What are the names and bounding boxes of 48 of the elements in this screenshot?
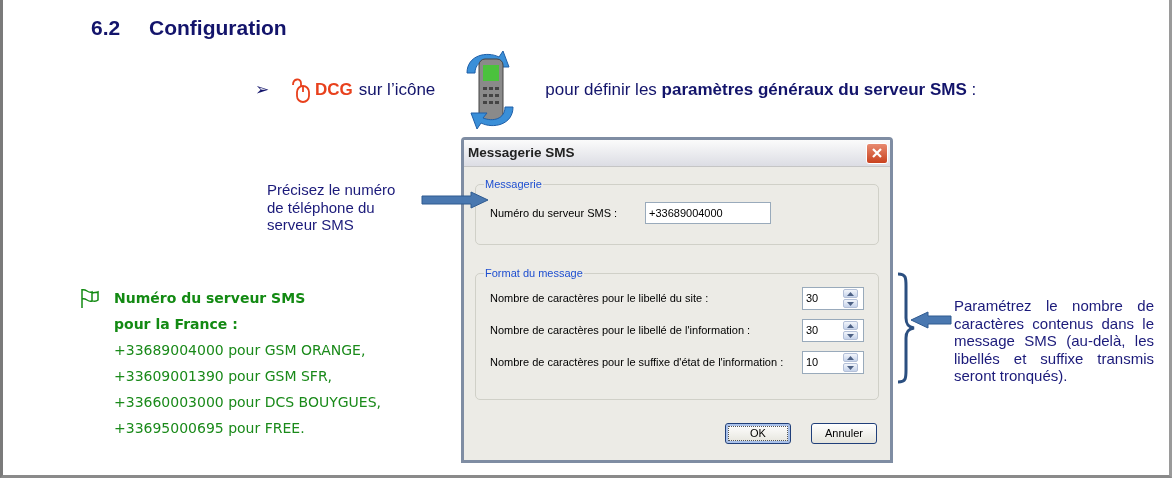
arrow-icon [910, 311, 952, 329]
number-field[interactable]: 30 [803, 290, 843, 307]
section-title: Configuration [149, 15, 287, 41]
spin-up-button[interactable] [843, 289, 858, 298]
spin-field[interactable]: 30 [802, 319, 864, 342]
input-field[interactable]: +33689004000 [645, 202, 771, 224]
group-title: Format du message [484, 266, 584, 280]
field-label: Numéro du serveur SMS : [490, 205, 619, 221]
down-arrow-icon [847, 301, 854, 306]
down-arrow-icon [847, 333, 854, 338]
ok-button[interactable]: OK [725, 423, 791, 444]
up-arrow-icon [847, 291, 854, 296]
spin-down-button[interactable] [843, 363, 858, 372]
instruction-text: sur l’icône [358, 78, 436, 101]
cancel-button[interactable]: Annuler [811, 423, 877, 444]
note-line: +33689004000 pour GSM ORANGE, [114, 341, 367, 360]
brace-icon [896, 272, 916, 384]
note-line: +33609001390 pour GSM SFR, [114, 367, 334, 386]
spin-field[interactable]: 10 [802, 351, 864, 374]
up-arrow-icon [847, 355, 854, 360]
down-arrow-icon [847, 365, 854, 370]
arrow-icon [421, 191, 489, 209]
spin-down-button[interactable] [843, 299, 858, 308]
close-button[interactable] [866, 142, 888, 164]
spin-up-button[interactable] [843, 353, 858, 362]
note-title: Numéro du serveur SMS [114, 289, 307, 308]
note-title: pour la France : [114, 315, 239, 334]
bullet-arrow: ➢ [255, 78, 269, 101]
field-label: Nombre de caractères pour le libellé de l'information : [490, 323, 752, 339]
spin-up-button[interactable] [843, 321, 858, 330]
callout-text: Paramétrez le nombre de caractères contenus dans le message SMS (au-delà, les libellés et suffixe transmis seront tronqués). [954, 297, 1154, 385]
close-icon [871, 147, 883, 159]
spin-down-button[interactable] [843, 331, 858, 340]
section-number: 6.2 [91, 15, 122, 41]
number-field[interactable]: 10 [803, 354, 843, 371]
callout-text: Précisez le numéro de téléphone du serveur SMS [267, 181, 397, 234]
note-line: +33660003000 pour DCS BOUYGUES, [114, 393, 382, 412]
number-field[interactable]: 30 [803, 322, 843, 339]
spin-field[interactable]: 30 [802, 287, 864, 310]
flag-icon [80, 286, 100, 309]
window-title: Messagerie SMS [468, 143, 575, 162]
note-line: +33695000695 pour FREE. [114, 419, 306, 438]
field-label: Nombre de caractères pour le suffixe d'état de l'information : [490, 355, 785, 371]
instruction-description: pour définir les paramètres généraux du serveur SMS : [545, 78, 977, 101]
group-title: Messagerie [484, 177, 543, 191]
up-arrow-icon [847, 323, 854, 328]
field-label: Nombre de caractères pour le libellé du site : [490, 291, 710, 307]
action-label: DCG [315, 79, 353, 101]
